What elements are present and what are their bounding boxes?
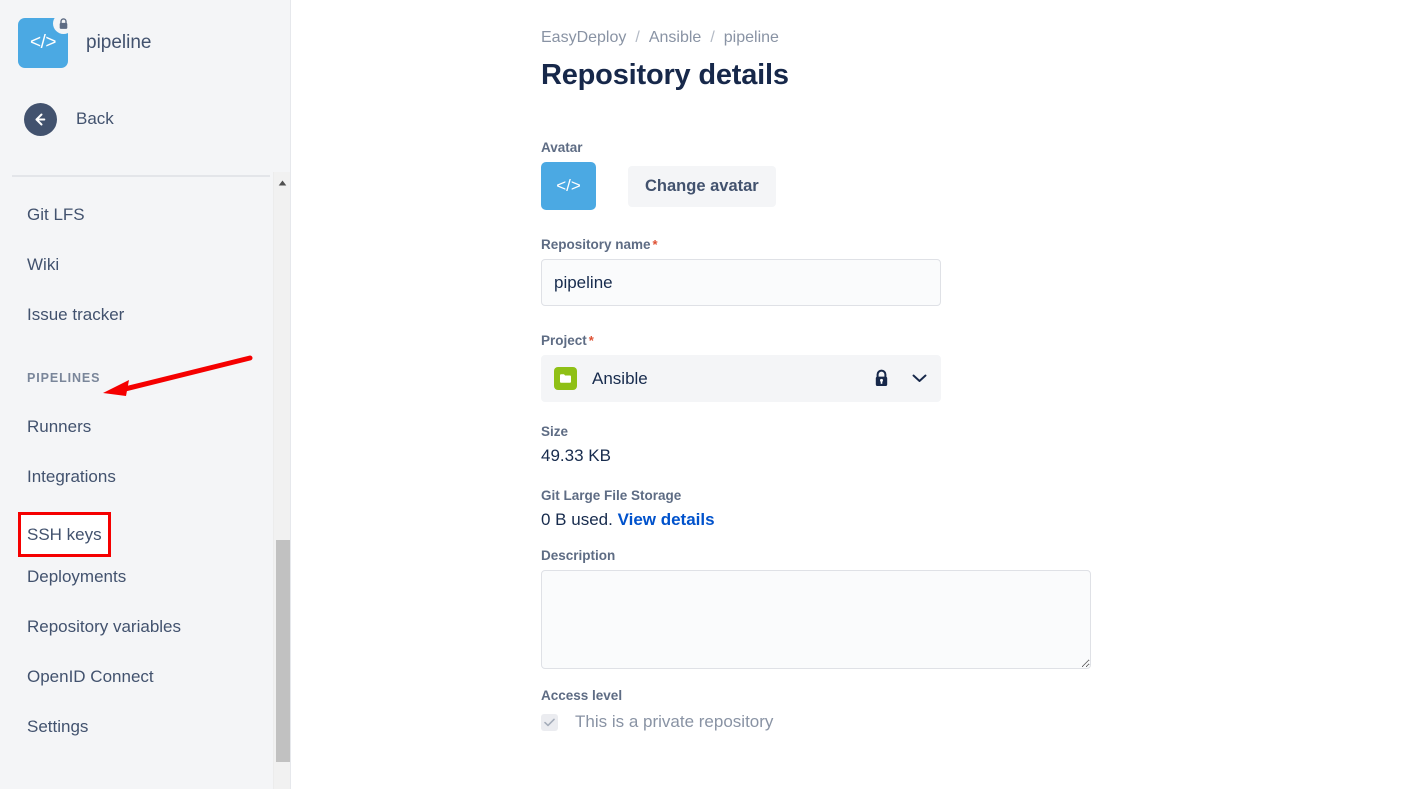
sidebar-item-integrations[interactable]: Integrations xyxy=(0,452,270,502)
project-label-text: Project xyxy=(541,333,587,348)
sidebar-item-settings[interactable]: Settings xyxy=(0,702,270,752)
git-lfs-field-group: Git Large File Storage 0 B used. View de… xyxy=(541,488,1428,530)
avatar-label: Avatar xyxy=(541,140,583,155)
size-label: Size xyxy=(541,424,569,439)
sidebar-section-pipelines: PIPELINES xyxy=(27,371,101,385)
repository-logo-wrapper: </> xyxy=(18,13,74,68)
sidebar-item-repository-variables[interactable]: Repository variables xyxy=(0,602,270,652)
required-marker: * xyxy=(652,237,658,252)
repository-name-field-group: Repository name * xyxy=(541,237,1428,306)
git-lfs-used-text: 0 B used. xyxy=(541,510,613,529)
access-level-label: Access level xyxy=(541,688,623,703)
sidebar-scrollbar-thumb[interactable] xyxy=(276,540,290,762)
content-column: EasyDeploy / Ansible / pipeline Reposito… xyxy=(291,0,1428,732)
view-details-link[interactable]: View details xyxy=(618,510,715,529)
sidebar-item-openid-connect[interactable]: OpenID Connect xyxy=(0,652,270,702)
sidebar-item-wiki[interactable]: Wiki xyxy=(0,240,270,290)
sidebar-item-issue-tracker[interactable]: Issue tracker xyxy=(0,290,270,340)
repository-name-label: pipeline xyxy=(86,32,152,53)
sidebar-nav-list: Git LFS Wiki Issue tracker PIPELINES Run… xyxy=(0,190,270,752)
size-field-group: Size 49.33 KB xyxy=(541,424,1428,466)
sidebar-item-runners[interactable]: Runners xyxy=(0,402,270,452)
private-repository-checkbox xyxy=(541,713,558,731)
required-marker: * xyxy=(588,333,594,348)
app-root: </> pipeline Back Git LFS Wiki Issue tra… xyxy=(0,0,1428,789)
size-value: 49.33 KB xyxy=(541,446,611,465)
lock-badge-icon xyxy=(53,13,74,34)
sidebar-item-deployments[interactable]: Deployments xyxy=(0,552,270,602)
chevron-down-icon[interactable] xyxy=(912,374,927,383)
private-repository-checkbox-label: This is a private repository xyxy=(575,712,774,731)
sidebar-divider xyxy=(12,175,270,177)
sidebar-scrollbar[interactable] xyxy=(273,172,290,789)
main-content: EasyDeploy / Ansible / pipeline Reposito… xyxy=(291,0,1428,789)
sidebar: </> pipeline Back Git LFS Wiki Issue tra… xyxy=(0,0,291,789)
project-select-value: Ansible xyxy=(592,368,648,388)
git-lfs-usage: 0 B used. View details xyxy=(541,510,1428,530)
project-field-group: Project * Ansible xyxy=(541,333,1428,402)
repository-name-label: Repository name * xyxy=(541,237,1428,252)
lock-icon xyxy=(873,369,890,388)
breadcrumb-separator: / xyxy=(635,29,640,46)
description-field-group: Description xyxy=(541,548,1428,669)
avatar: </> xyxy=(541,162,596,210)
arrow-left-icon xyxy=(24,102,57,136)
breadcrumb-separator: / xyxy=(710,29,715,46)
description-textarea[interactable] xyxy=(541,570,1091,669)
repository-name-input[interactable] xyxy=(541,259,941,306)
change-avatar-button[interactable]: Change avatar xyxy=(628,165,776,207)
back-button[interactable]: Back xyxy=(0,100,290,138)
back-button-label: Back xyxy=(76,109,114,128)
access-level-field-group: Access level This is a private repositor… xyxy=(541,688,1428,732)
sidebar-item-ssh-keys[interactable] xyxy=(0,502,270,552)
breadcrumb-item-workspace[interactable]: EasyDeploy xyxy=(541,29,626,47)
repository-name-label-text: Repository name xyxy=(541,237,651,252)
description-label: Description xyxy=(541,548,616,563)
breadcrumb-item-repository[interactable]: pipeline xyxy=(724,29,779,47)
scroll-up-arrow-icon[interactable] xyxy=(274,175,291,191)
project-folder-icon xyxy=(554,367,577,390)
page-title: Repository details xyxy=(541,59,789,91)
private-repository-checkbox-row: This is a private repository xyxy=(541,712,1428,732)
avatar-field-group: Avatar </> Change avatar xyxy=(541,140,1428,210)
repository-header: </> pipeline xyxy=(0,0,290,70)
breadcrumb: EasyDeploy / Ansible / pipeline xyxy=(541,26,1428,50)
sidebar-item-git-lfs[interactable]: Git LFS xyxy=(0,190,270,240)
project-select[interactable]: Ansible xyxy=(541,355,941,402)
project-label: Project * xyxy=(541,333,1428,348)
breadcrumb-item-project[interactable]: Ansible xyxy=(649,29,701,47)
avatar-row: </> Change avatar xyxy=(541,162,1428,210)
git-lfs-label: Git Large File Storage xyxy=(541,488,682,503)
